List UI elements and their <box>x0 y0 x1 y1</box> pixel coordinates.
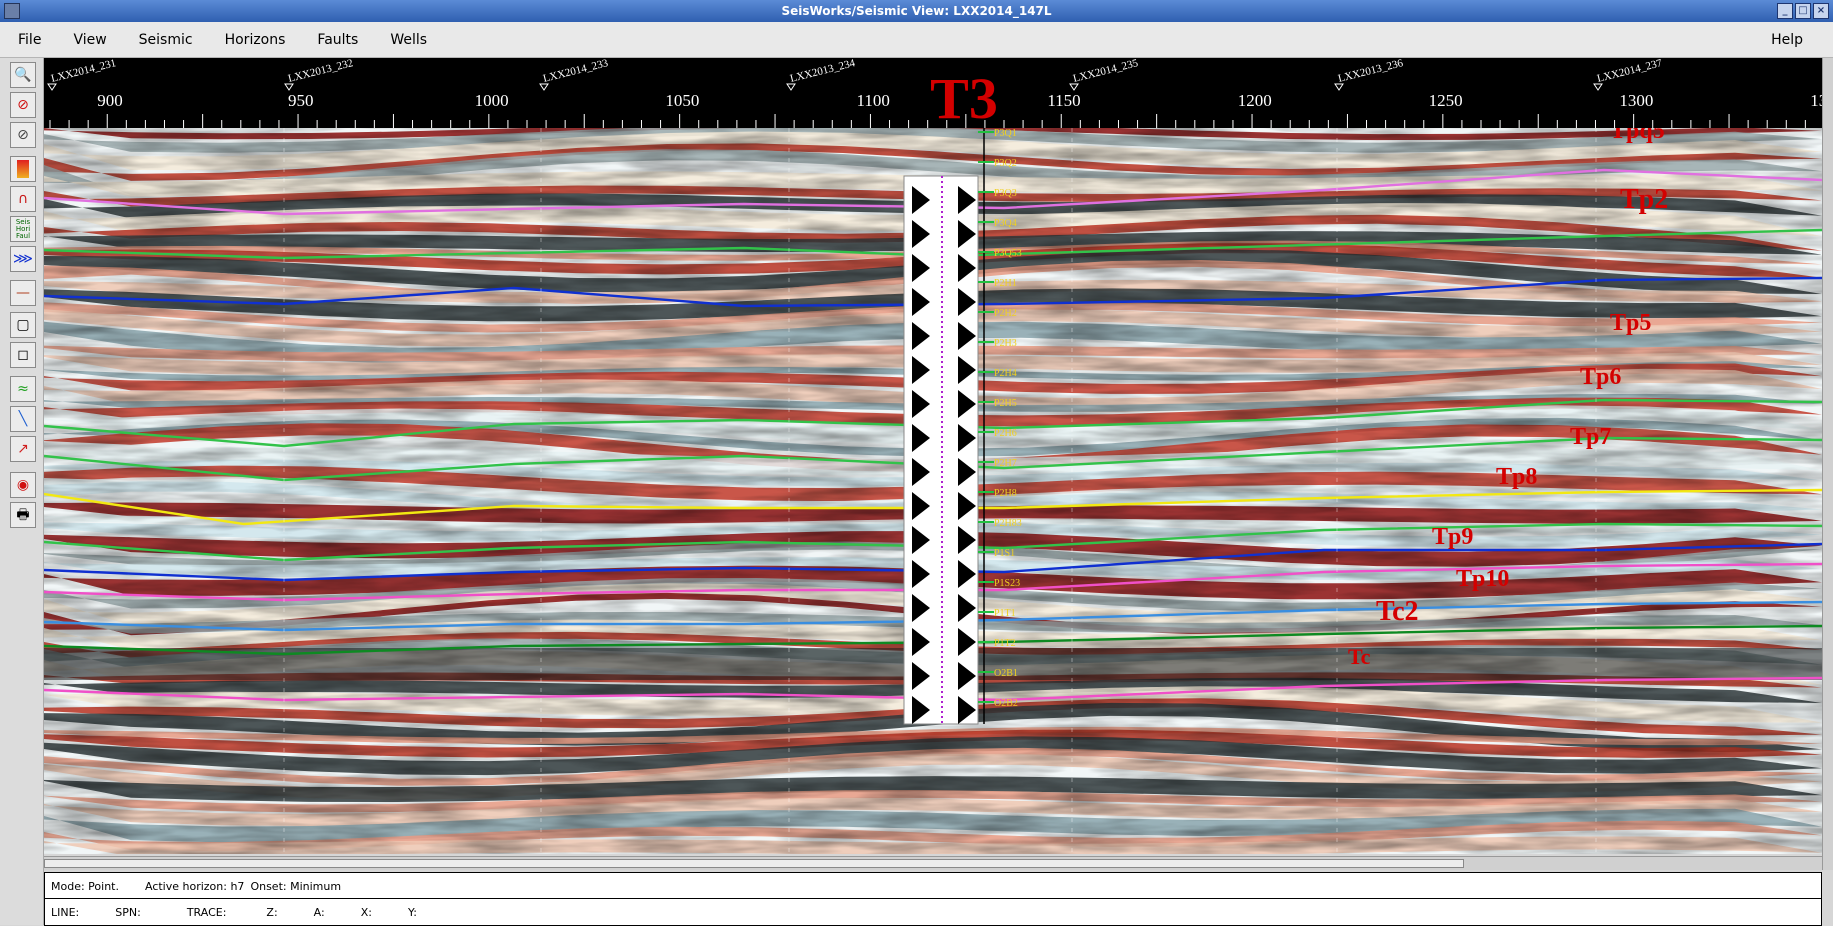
print-icon[interactable]: 🖶 <box>10 502 36 528</box>
horizon-label: Tp7 <box>1570 424 1611 450</box>
well-pick-label: P2H4 <box>994 368 1017 379</box>
window-title: SeisWorks/Seismic View: LXX2014_147L <box>781 4 1052 18</box>
horizon-label: Tpq5 <box>1610 128 1665 144</box>
seismic-svg[interactable]: P3Q1 P3Q2 P3Q3 P3Q4 P3Q53 P2H1 P2H2 P2H3 P2H4 P2H… <box>44 128 1822 854</box>
maximize-button[interactable]: □ <box>1795 3 1811 19</box>
rectangle-select-icon[interactable]: ◻ <box>10 342 36 368</box>
axis-tick-label: 1100 <box>857 91 890 110</box>
window-title-bar[interactable]: SeisWorks/Seismic View: LXX2014_147L _ □… <box>0 0 1833 22</box>
status-spn: SPN: <box>115 905 141 919</box>
well-pick-label: P2H6 <box>994 428 1017 439</box>
line-intersection-label: LXX2013_236 <box>1337 58 1405 85</box>
horizontal-scrollbar[interactable] <box>44 856 1822 870</box>
horizon-label: Tp6 <box>1580 364 1621 390</box>
horizontal-scroll-thumb[interactable] <box>44 859 1464 868</box>
vertical-scrollbar[interactable] <box>1822 58 1833 870</box>
menu-seismic[interactable]: Seismic <box>121 32 207 48</box>
line-intersection-label: LXX2014_237 <box>1596 58 1664 85</box>
left-toolbar: 🔍 ⊘ ⊘ ∩ Seis Hori Faul ⋙ — ▢ ◻ ≈ ╲ ↗ ◉ 🖶 <box>0 58 44 925</box>
minimize-button[interactable]: _ <box>1777 3 1793 19</box>
well-pick-label: P2H7 <box>994 458 1017 469</box>
horizon-label: Tp8 <box>1496 464 1537 490</box>
well-pick-label: P3Q53 <box>994 248 1022 259</box>
zoom-icon[interactable]: 🔍 <box>10 62 36 88</box>
well-title: T3 <box>930 66 998 128</box>
menu-faults[interactable]: Faults <box>299 32 372 48</box>
window-icon[interactable]: ▢ <box>10 312 36 338</box>
axis-tick-label: 900 <box>97 91 123 110</box>
status-trace: TRACE: <box>186 905 227 919</box>
axis-tick-label: 950 <box>288 91 314 110</box>
horizon-label: Tp2 <box>1620 184 1668 215</box>
axis-svg: 9009501000105011001150120012501300135014… <box>47 57 1833 131</box>
line-intersection-label: LXX2013_232 <box>287 58 355 85</box>
status-z: Z: <box>266 905 278 919</box>
trace-axis: 9009501000105011001150120012501300135014… <box>44 57 1833 131</box>
traces-icon[interactable]: ⋙ <box>10 246 36 272</box>
well-pick-label: P2H3 <box>994 338 1017 349</box>
axis-tick-label: 1000 <box>475 91 509 110</box>
axis-tick-label: 1250 <box>1429 91 1463 110</box>
fault-line-icon[interactable]: ╲ <box>10 406 36 432</box>
horizon-label: Tp10 <box>1456 566 1509 592</box>
horizon-label: Tp9 <box>1432 524 1473 550</box>
line-intersection-label: LXX2014_233 <box>542 58 610 85</box>
horizon-label: Tc <box>1348 644 1371 669</box>
well-pick-label: P1T1 <box>994 608 1016 619</box>
axis-tick-label: 1350 <box>1810 91 1822 110</box>
menu-view[interactable]: View <box>55 32 120 48</box>
well-pick-label: P2H5 <box>994 398 1017 409</box>
well-pick-label: O2B2 <box>994 698 1018 709</box>
arrow-pick-icon[interactable]: ↗ <box>10 436 36 462</box>
target-icon[interactable]: ◉ <box>10 472 36 498</box>
well-pick-label: P1S1 <box>994 548 1015 559</box>
well-pick-label: P2H1 <box>994 278 1017 289</box>
well-pick-label: P3Q1 <box>994 128 1017 139</box>
color-bar-icon[interactable] <box>10 156 36 182</box>
status-onset: Onset: Minimum <box>250 879 342 893</box>
magnet-icon[interactable]: ∩ <box>10 186 36 212</box>
menu-help[interactable]: Help <box>1753 32 1817 48</box>
status-a: A: <box>313 905 325 919</box>
no-entry-icon[interactable]: ⊘ <box>10 92 36 118</box>
status-active-horizon: Active horizon: h7 <box>144 879 245 893</box>
status-bar-coordinates: LINE: SPN: TRACE: Z: A: X: Y: <box>44 898 1822 926</box>
status-x: X: <box>360 905 372 919</box>
axis-tick-label: 1150 <box>1047 91 1080 110</box>
seis-horiz-faults-icon[interactable]: Seis Hori Faul <box>10 216 36 242</box>
well-pick-label: P1T2 <box>994 638 1016 649</box>
menu-wells[interactable]: Wells <box>372 32 441 48</box>
line-intersection-label: LXX2014_231 <box>50 58 118 85</box>
line-intersection-label: LXX2014_235 <box>1072 58 1140 85</box>
well-pick-label: P2H8 <box>994 488 1017 499</box>
seismic-section[interactable]: P3Q1 P3Q2 P3Q3 P3Q4 P3Q53 P2H1 P2H2 P2H3 P2H4 P2H… <box>44 128 1822 854</box>
well-pick-label: P2H2 <box>994 308 1017 319</box>
status-bar-mode: Mode: Point. Active horizon: h7 Onset: M… <box>44 872 1822 900</box>
menu-horizons[interactable]: Horizons <box>207 32 300 48</box>
menu-bar: File View Seismic Horizons Faults Wells … <box>0 22 1833 58</box>
well-pick-label: P3Q4 <box>994 218 1017 229</box>
horizon-pick-icon[interactable]: — <box>10 280 36 306</box>
app-icon <box>4 3 20 19</box>
well-pick-label: O2B1 <box>994 668 1018 679</box>
axis-tick-label: 1050 <box>665 91 699 110</box>
well-pick-label: P2H83 <box>994 518 1022 529</box>
status-y: Y: <box>407 905 417 919</box>
well-pick-label: P3Q3 <box>994 188 1017 199</box>
line-intersection-label: LXX2013_234 <box>789 58 857 85</box>
axis-tick-label: 1200 <box>1238 91 1272 110</box>
close-button[interactable]: × <box>1813 3 1829 19</box>
horizon-label: Tp5 <box>1610 310 1651 336</box>
status-mode: Mode: Point. <box>51 879 119 893</box>
axis-tick-label: 1300 <box>1619 91 1653 110</box>
horizons-icon[interactable]: ≈ <box>10 376 36 402</box>
well-pick-label: P3Q2 <box>994 158 1017 169</box>
menu-file[interactable]: File <box>0 32 55 48</box>
well-pick-label: P1S23 <box>994 578 1020 589</box>
horizon-label: Tc2 <box>1376 596 1419 627</box>
status-line: LINE: <box>51 905 80 919</box>
compass-icon[interactable]: ⊘ <box>10 122 36 148</box>
